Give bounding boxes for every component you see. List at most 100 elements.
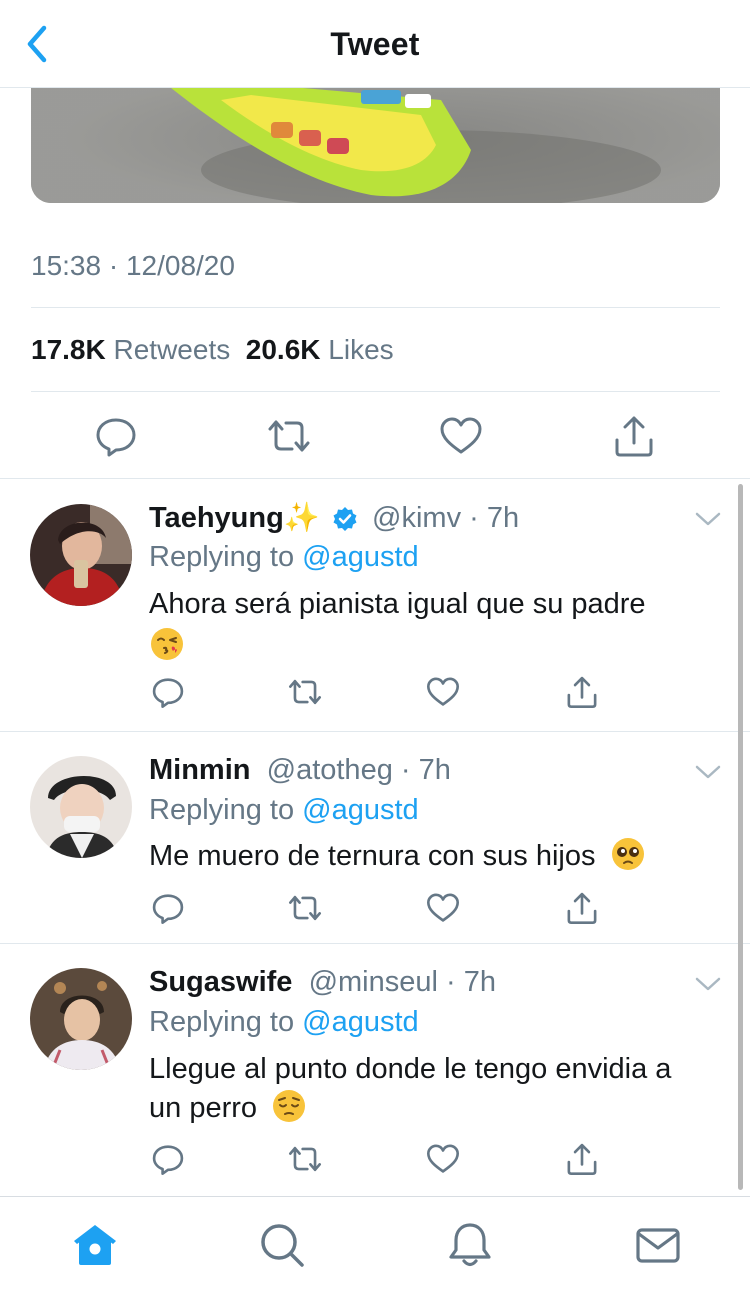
messages-icon — [636, 1228, 680, 1263]
display-name[interactable]: Taehyung✨ — [149, 502, 320, 534]
pleading-face-icon — [611, 838, 644, 871]
heart-icon — [427, 893, 459, 922]
reply-button[interactable] — [151, 1142, 185, 1176]
page-title: Tweet — [330, 26, 420, 62]
share-icon — [567, 676, 597, 708]
reply-action-bar — [0, 675, 750, 719]
comment-icon — [96, 418, 136, 457]
like-button[interactable] — [426, 891, 460, 925]
likes-count: 20.6K — [245, 334, 321, 365]
share-button[interactable] — [565, 891, 599, 925]
search-icon — [261, 1224, 304, 1267]
like-button[interactable] — [439, 414, 483, 458]
reply-text: Llegue al punto donde le tengo envidia a… — [149, 1050, 709, 1128]
retweet-button[interactable] — [267, 414, 311, 458]
chevron-down-icon — [695, 512, 721, 526]
reply-time: · 7h — [446, 966, 496, 998]
tweet-timestamp: 15:38 · 12/08/20 — [31, 250, 235, 281]
divider — [31, 391, 720, 392]
retweets-stat[interactable]: 17.8K Retweets — [31, 334, 230, 365]
mention-link[interactable]: @agustd — [302, 1006, 419, 1038]
retweet-icon — [289, 895, 321, 921]
heart-icon — [427, 677, 459, 706]
replying-to: Replying to @agustd — [149, 1006, 419, 1039]
display-name[interactable]: Minmin — [149, 754, 251, 786]
retweets-label: Retweets — [113, 334, 231, 365]
likes-stat[interactable]: 20.6K Likes — [246, 334, 394, 365]
share-icon — [567, 892, 597, 924]
mention-link[interactable]: @agustd — [302, 794, 419, 826]
reply-button[interactable] — [151, 891, 185, 925]
share-button[interactable] — [565, 1142, 599, 1176]
chevron-down-icon — [695, 765, 721, 779]
like-button[interactable] — [426, 1142, 460, 1176]
retweet-icon — [289, 679, 321, 705]
verified-badge-icon — [333, 507, 357, 532]
replying-to-label: Replying to — [149, 541, 303, 573]
home-icon — [74, 1225, 116, 1265]
top-navigation-bar: Tweet — [0, 0, 750, 88]
notifications-icon — [449, 1223, 491, 1267]
share-icon — [567, 1143, 597, 1175]
tweet-action-bar — [0, 406, 750, 466]
more-options-button[interactable] — [694, 762, 722, 782]
avatar[interactable] — [30, 504, 132, 606]
replying-to-label: Replying to — [149, 794, 303, 826]
reply-body: Ahora será pianista igual que su padre — [149, 588, 646, 620]
likes-label: Likes — [328, 334, 394, 365]
retweets-count: 17.8K — [31, 334, 106, 365]
like-button[interactable] — [426, 675, 460, 709]
avatar[interactable] — [30, 756, 132, 858]
reply-action-bar — [0, 891, 750, 935]
heart-icon — [427, 1144, 459, 1173]
tab-messages[interactable] — [634, 1221, 682, 1269]
user-handle[interactable]: @minseul — [309, 966, 438, 998]
reply-text: Ahora será pianista igual que su padre — [149, 585, 719, 663]
more-options-button[interactable] — [694, 509, 722, 529]
reply-item[interactable]: Sugaswife @minseul · 7h Replying to @agu… — [0, 944, 750, 1196]
avatar[interactable] — [30, 968, 132, 1070]
mention-link[interactable]: @agustd — [302, 541, 419, 573]
reply-time: · 7h — [400, 754, 451, 786]
retweet-icon — [268, 420, 310, 452]
reply-body: Me muero de ternura con sus hijos — [149, 840, 596, 872]
reply-header: Sugaswife @minseul · 7h — [149, 966, 496, 999]
reply-body: Llegue al punto donde le tengo envidia a… — [149, 1053, 672, 1124]
user-handle[interactable]: @kimv — [372, 502, 461, 534]
retweet-button[interactable] — [288, 1142, 322, 1176]
comment-icon — [152, 1145, 184, 1175]
retweet-icon — [289, 1146, 321, 1172]
bottom-tab-bar — [0, 1196, 750, 1294]
user-handle[interactable]: @atotheg — [267, 754, 393, 786]
display-name[interactable]: Sugaswife — [149, 966, 292, 998]
reply-header: Taehyung✨ @kimv · 7h — [149, 501, 519, 535]
share-button[interactable] — [612, 414, 656, 458]
replying-to: Replying to @agustd — [149, 541, 419, 574]
divider — [31, 307, 720, 308]
tweet-stats: 17.8K Retweets 20.6K Likes — [31, 334, 394, 366]
tab-notifications[interactable] — [446, 1221, 494, 1269]
reply-header: Minmin @atotheg · 7h — [149, 754, 451, 787]
retweet-button[interactable] — [288, 675, 322, 709]
comment-icon — [152, 894, 184, 924]
tab-home[interactable] — [71, 1221, 119, 1269]
heart-icon — [440, 417, 482, 454]
reply-button[interactable] — [151, 675, 185, 709]
retweet-button[interactable] — [288, 891, 322, 925]
reply-item[interactable]: Minmin @atotheg · 7h Replying to @agustd… — [0, 732, 750, 943]
reply-text: Me muero de ternura con sus hijos — [149, 837, 719, 876]
replying-to-label: Replying to — [149, 1006, 303, 1038]
share-icon — [615, 416, 653, 457]
scrollbar[interactable] — [738, 484, 743, 1190]
replying-to: Replying to @agustd — [149, 794, 419, 827]
comment-icon — [152, 678, 184, 708]
face-blowing-kiss-icon — [151, 628, 183, 661]
share-button[interactable] — [565, 675, 599, 709]
reply-button[interactable] — [94, 414, 138, 458]
reply-action-bar — [0, 1142, 750, 1186]
reply-item[interactable]: Taehyung✨ @kimv · 7h Replying to @agustd… — [0, 479, 750, 731]
chevron-down-icon — [695, 977, 721, 991]
tab-search[interactable] — [258, 1221, 306, 1269]
reply-time: · 7h — [469, 502, 520, 534]
more-options-button[interactable] — [694, 974, 722, 994]
